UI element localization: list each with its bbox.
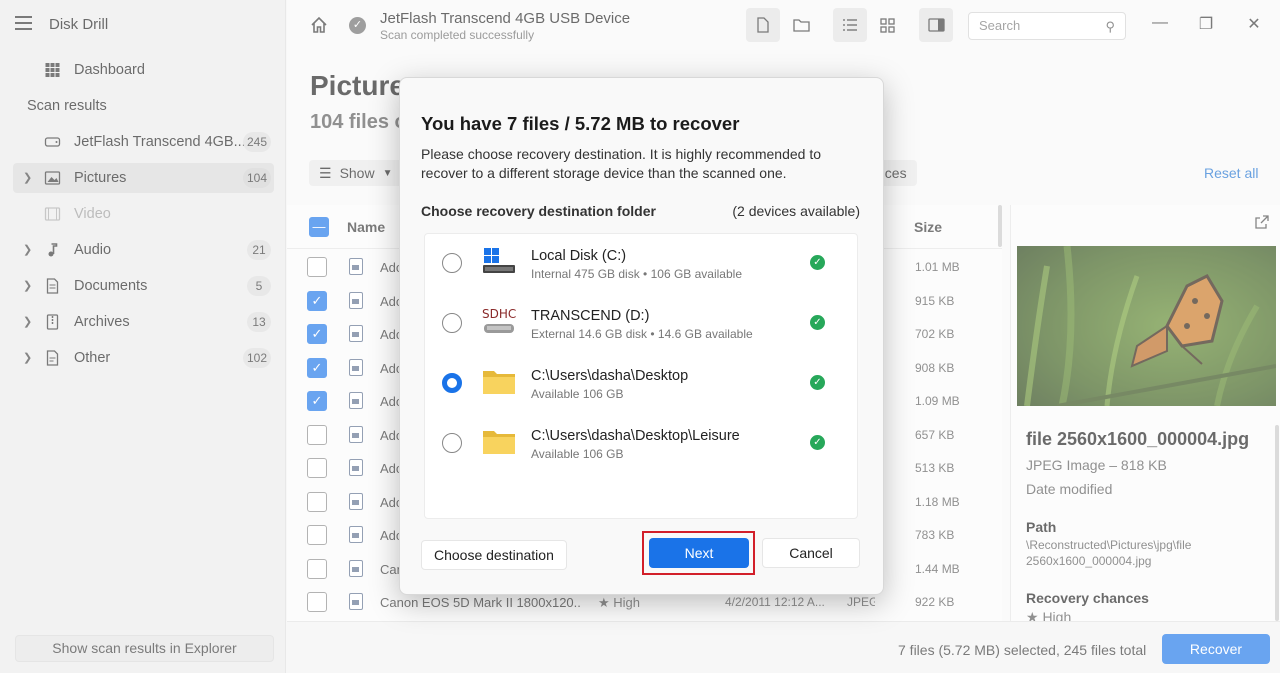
destination-leisure[interactable]: C:\Users\dasha\Desktop\Leisure Available… xyxy=(425,414,857,474)
destination-list: Local Disk (C:) Internal 475 GB disk • 1… xyxy=(424,233,858,519)
destination-radio[interactable] xyxy=(442,253,462,273)
destination-detail: Internal 475 GB disk • 106 GB available xyxy=(531,267,742,281)
available-check-icon: ✓ xyxy=(810,435,825,450)
destination-radio[interactable] xyxy=(442,313,462,333)
drive-icon xyxy=(483,248,515,273)
recovery-destination-dialog: You have 7 files / 5.72 MB to recover Pl… xyxy=(399,77,884,595)
destination-name: C:\Users\dasha\Desktop\Leisure xyxy=(531,428,740,444)
available-check-icon: ✓ xyxy=(810,255,825,270)
available-check-icon: ✓ xyxy=(810,315,825,330)
destination-radio-selected[interactable] xyxy=(442,373,462,393)
next-button[interactable]: Next xyxy=(649,538,749,568)
destination-transcend[interactable]: SDHC TRANSCEND (D:) External 14.6 GB dis… xyxy=(425,294,857,354)
folder-icon xyxy=(483,371,515,394)
destination-folder-label: Choose recovery destination folder xyxy=(421,203,656,219)
available-check-icon: ✓ xyxy=(810,375,825,390)
cancel-button[interactable]: Cancel xyxy=(762,538,860,568)
destination-name: C:\Users\dasha\Desktop xyxy=(531,368,689,384)
destination-desktop[interactable]: C:\Users\dasha\Desktop Available 106 GB … xyxy=(425,354,857,414)
sdhc-card-icon: SDHC xyxy=(482,307,516,333)
destination-local-disk[interactable]: Local Disk (C:) Internal 475 GB disk • 1… xyxy=(425,234,857,294)
dialog-title: You have 7 files / 5.72 MB to recover xyxy=(421,113,740,134)
destination-detail: External 14.6 GB disk • 14.6 GB availabl… xyxy=(531,327,753,341)
destination-radio[interactable] xyxy=(442,433,462,453)
choose-destination-button[interactable]: Choose destination xyxy=(421,540,567,570)
destination-name: TRANSCEND (D:) xyxy=(531,308,650,324)
dialog-description: Please choose recovery destination. It i… xyxy=(421,146,821,181)
sdhc-text: SDHC xyxy=(482,307,516,321)
destination-detail: Available 106 GB xyxy=(531,387,624,401)
destination-detail: Available 106 GB xyxy=(531,447,624,461)
folder-icon xyxy=(483,431,515,454)
devices-available-count: (2 devices available) xyxy=(732,203,860,219)
destination-name: Local Disk (C:) xyxy=(531,248,627,264)
